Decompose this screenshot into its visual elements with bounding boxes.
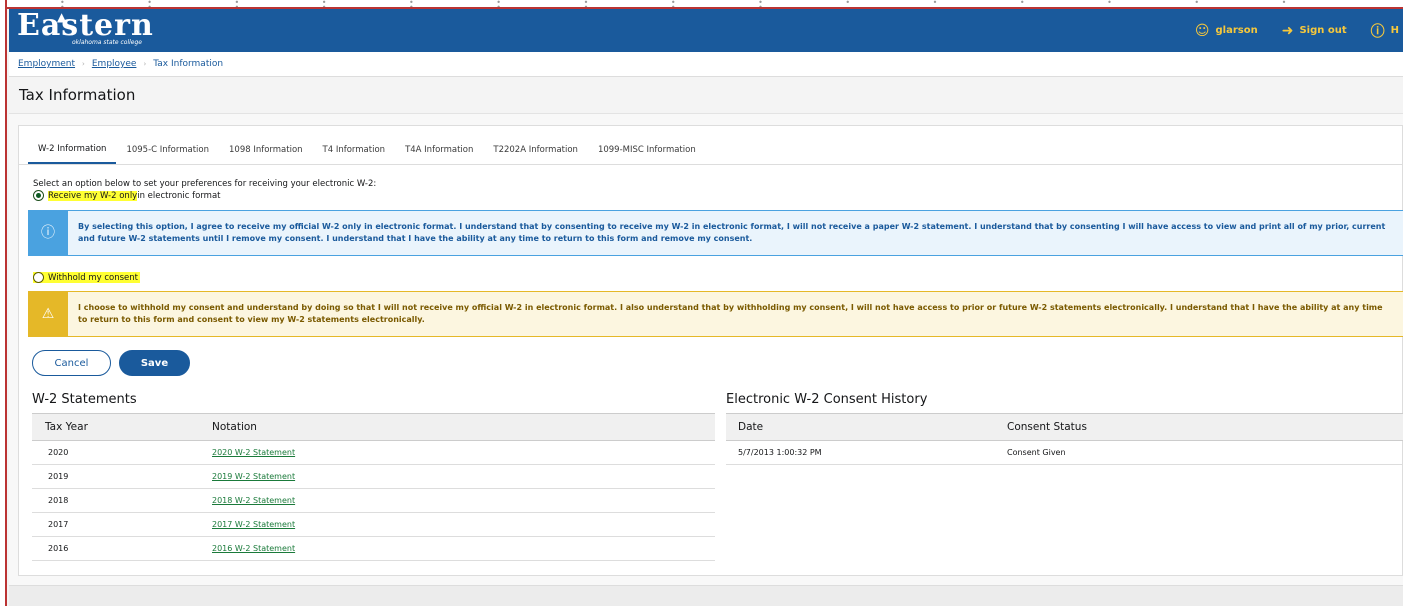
app-window: ▲ Eastern oklahoma state college ☺ glars… [9, 9, 1403, 606]
pine-tree-icon: ▲ [57, 10, 67, 24]
save-button[interactable]: Save [119, 350, 190, 376]
statement-link-2019[interactable]: 2019 W-2 Statement [212, 472, 295, 481]
tab-t4a-information[interactable]: T4A Information [395, 145, 483, 164]
table-header: Tax Year Notation [32, 413, 715, 441]
browser-bookmarks-strip: • • • • • • • • • • • • • • • • • • • • … [0, 0, 1403, 9]
table-row: 2019 2019 W-2 Statement [32, 465, 715, 489]
tab-bar: W-2 Information 1095-C Information 1098 … [19, 126, 1402, 165]
table-row: 2017 2017 W-2 Statement [32, 513, 715, 537]
sign-out-icon: ➜ [1281, 22, 1294, 39]
table-header: Date Consent Status [726, 413, 1403, 441]
tax-year-cell: 2016 [48, 544, 69, 553]
page-title: Tax Information [9, 77, 1403, 114]
statement-link-2020[interactable]: 2020 W-2 Statement [212, 448, 295, 457]
tab-t4-information[interactable]: T4 Information [313, 145, 396, 164]
option-withhold-consent-label: Withhold my consent [48, 272, 138, 283]
option-electronic-only[interactable]: Receive my W-2 only in electronic format [33, 190, 221, 201]
header-bar: ▲ Eastern oklahoma state college ☺ glars… [9, 9, 1403, 52]
tab-1098-information[interactable]: 1098 Information [219, 145, 313, 164]
footer-bar [9, 585, 1403, 606]
radio-withhold-consent[interactable] [33, 272, 44, 283]
user-name: glarson [1215, 25, 1258, 36]
help-icon: ⓘ [1370, 23, 1385, 40]
tab-w2-information[interactable]: W-2 Information [28, 144, 117, 164]
info-message: By selecting this option, I agree to rec… [78, 222, 1386, 243]
breadcrumb-employment[interactable]: Employment [18, 59, 75, 69]
user-menu[interactable]: ☺ glarson [1195, 23, 1258, 39]
sign-out-label: Sign out [1299, 25, 1347, 36]
college-logo[interactable]: ▲ Eastern oklahoma state college [17, 8, 154, 49]
tax-info-card: W-2 Information 1095-C Information 1098 … [18, 125, 1403, 576]
breadcrumb-separator: › [143, 60, 147, 68]
warning-notice: ⚠ I choose to withhold my consent and un… [28, 291, 1403, 337]
statement-link-2016[interactable]: 2016 W-2 Statement [212, 544, 295, 553]
option-electronic-only-label: Receive my W-2 only [48, 190, 138, 201]
sign-out-button[interactable]: ➜ Sign out [1282, 23, 1347, 39]
radio-electronic-only[interactable] [33, 190, 44, 201]
breadcrumb-current: Tax Information [153, 59, 224, 69]
tax-year-cell: 2019 [48, 472, 69, 481]
option-withhold-consent[interactable]: Withhold my consent [33, 272, 140, 283]
option-electronic-only-suffix: in electronic format [137, 190, 221, 201]
consent-date-cell: 5/7/2013 1:00:32 PM [738, 448, 822, 457]
tax-year-cell: 2017 [48, 520, 69, 529]
column-tax-year: Tax Year [45, 421, 88, 433]
table-row: 2018 2018 W-2 Statement [32, 489, 715, 513]
info-notice: ⓘ By selecting this option, I agree to r… [28, 210, 1403, 256]
logo-wordmark: Eastern [17, 8, 154, 43]
breadcrumb-employee[interactable]: Employee [92, 59, 137, 69]
column-date: Date [738, 421, 764, 433]
statement-link-2017[interactable]: 2017 W-2 Statement [212, 520, 295, 529]
tab-1099misc-information[interactable]: 1099-MISC Information [588, 145, 706, 164]
warning-message: I choose to withhold my consent and unde… [78, 303, 1383, 324]
window-edge [0, 0, 7, 606]
w2-statements-table: Tax Year Notation 2020 2020 W-2 Statemen… [32, 413, 715, 561]
tax-year-cell: 2018 [48, 496, 69, 505]
cancel-button[interactable]: Cancel [32, 350, 111, 376]
consent-history-title: Electronic W-2 Consent History [726, 392, 928, 407]
column-notation: Notation [212, 421, 257, 433]
breadcrumb-separator: › [82, 60, 85, 68]
header-actions: ☺ glarson ➜ Sign out ⓘ H [1195, 9, 1403, 52]
consent-history-table: Date Consent Status 5/7/2013 1:00:32 PM … [726, 413, 1403, 465]
info-icon-box: ⓘ [28, 210, 68, 256]
info-icon: ⓘ [41, 225, 55, 241]
tab-1095c-information[interactable]: 1095-C Information [116, 145, 219, 164]
table-row: 2016 2016 W-2 Statement [32, 537, 715, 561]
help-label: H [1390, 25, 1399, 36]
table-row: 5/7/2013 1:00:32 PM Consent Given [726, 441, 1403, 465]
statement-link-2018[interactable]: 2018 W-2 Statement [212, 496, 295, 505]
help-button[interactable]: ⓘ H [1371, 21, 1399, 41]
column-consent-status: Consent Status [1007, 421, 1087, 433]
warning-icon-box: ⚠ [28, 291, 68, 337]
tab-t2202a-information[interactable]: T2202A Information [483, 145, 588, 164]
breadcrumb: Employment › Employee › Tax Information [9, 52, 1403, 77]
preference-prompt: Select an option below to set your prefe… [33, 179, 377, 189]
consent-status-cell: Consent Given [1007, 448, 1066, 457]
w2-statements-title: W-2 Statements [32, 392, 137, 407]
user-icon: ☺ [1194, 22, 1210, 39]
option-withhold-highlight: Withhold my consent [33, 272, 140, 283]
table-row: 2020 2020 W-2 Statement [32, 441, 715, 465]
warning-icon: ⚠ [41, 306, 55, 322]
logo-subtitle: oklahoma state college [72, 39, 142, 46]
tax-year-cell: 2020 [48, 448, 69, 457]
